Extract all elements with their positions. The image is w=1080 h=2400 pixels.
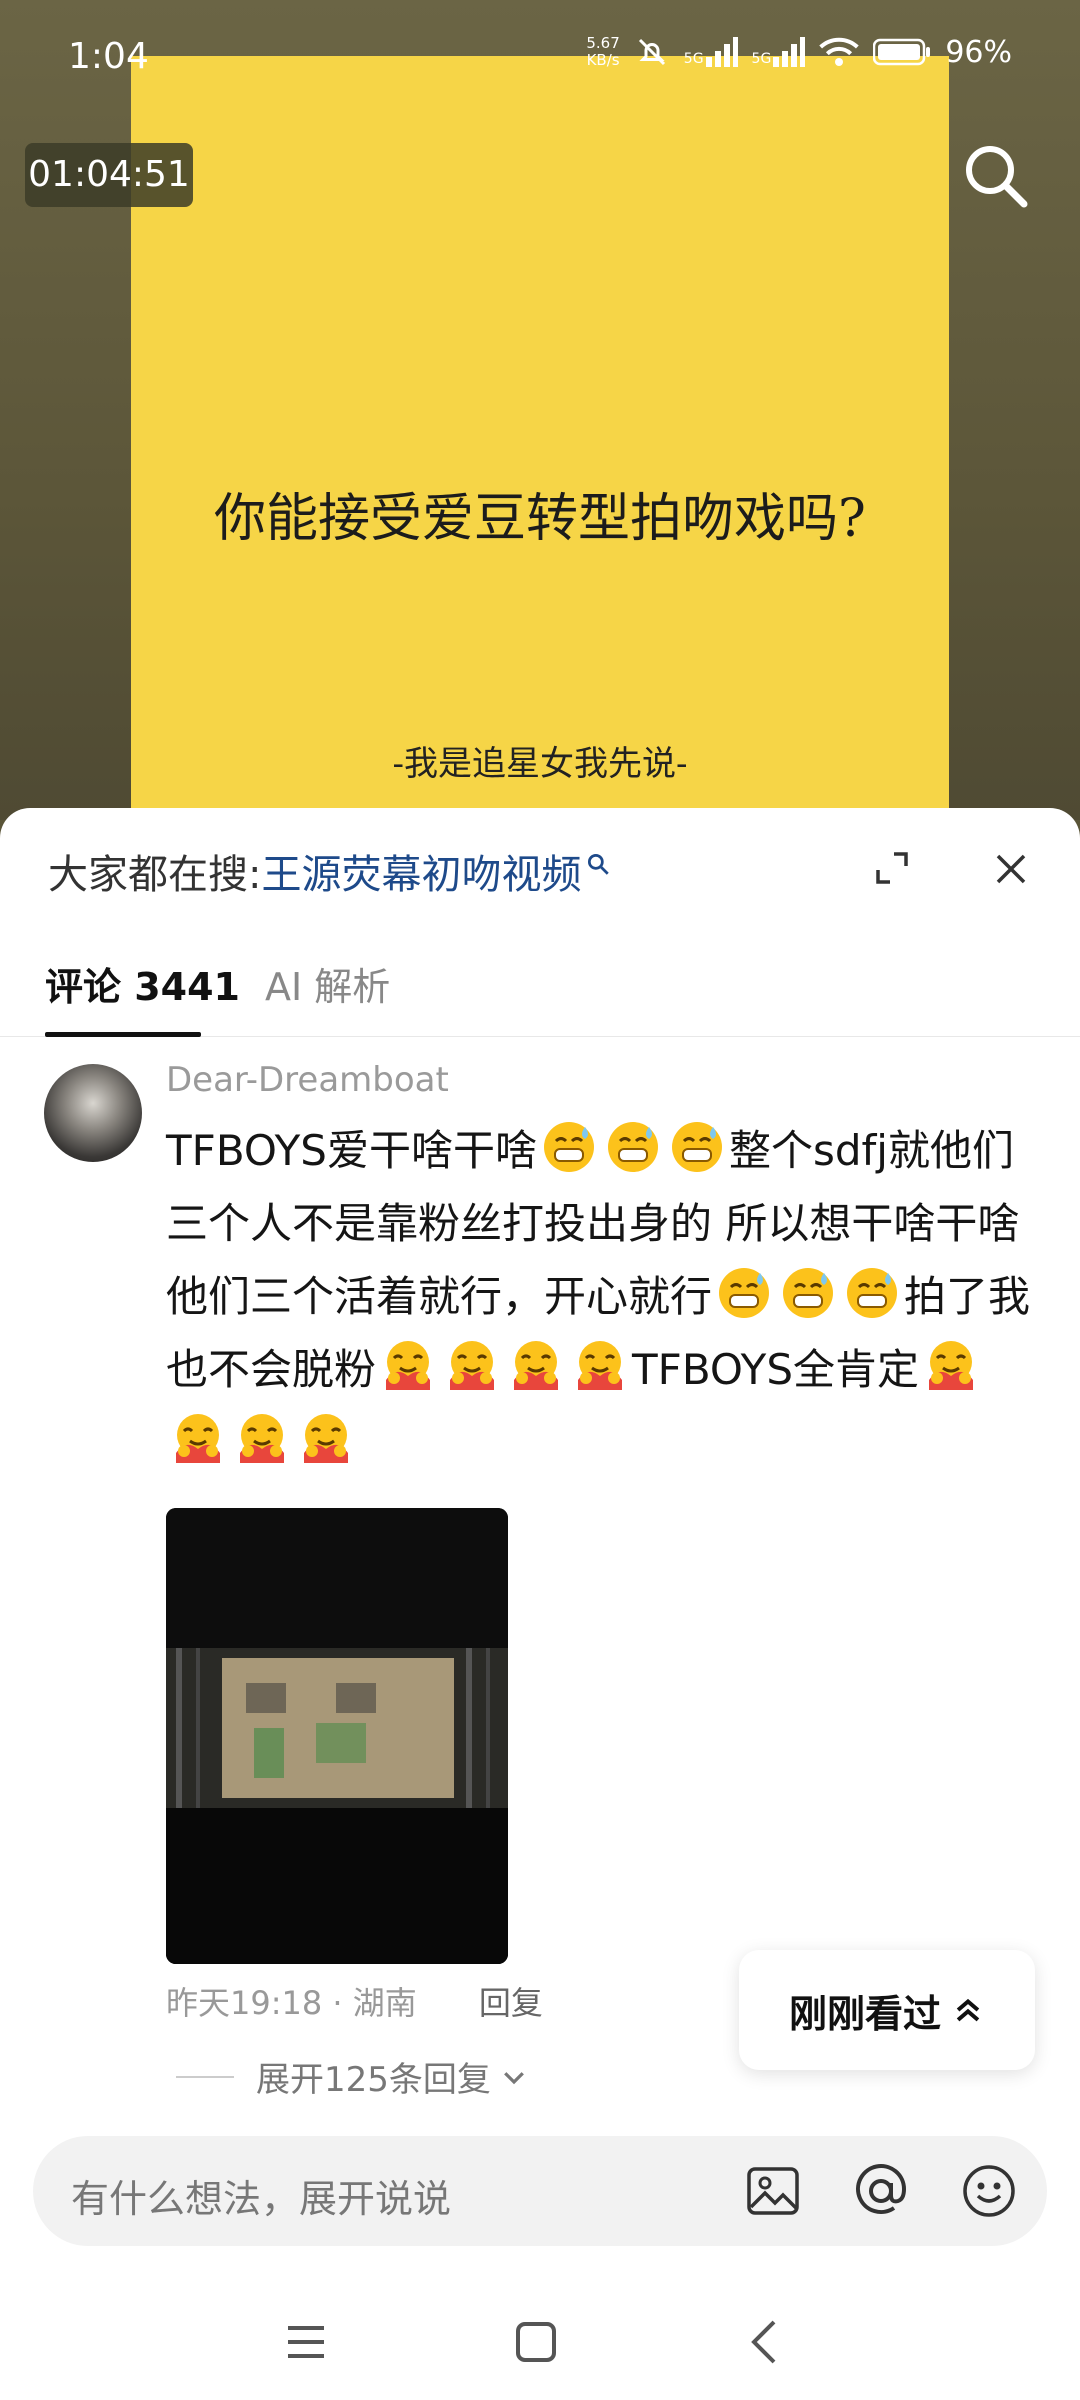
grinning-sweat-emoji-icon	[847, 1268, 898, 1318]
double-chevron-up-icon	[956, 1998, 980, 2022]
at-mention-icon[interactable]	[853, 2163, 909, 2219]
comments-sheet: 大家都在搜: 王源荧幕初吻视频 评论 3441 AI 解析 Dear-Dream…	[0, 808, 1080, 2400]
grinning-sweat-emoji-icon	[719, 1268, 770, 1318]
trending-prefix: 大家都在搜:	[48, 852, 262, 898]
signal-1-icon: 5G	[684, 37, 738, 67]
hugging-emoji-icon	[578, 1341, 623, 1390]
grinning-sweat-emoji-icon	[607, 1122, 658, 1172]
battery-level: 96%	[945, 34, 1012, 70]
signal-2-icon: 5G	[752, 37, 806, 67]
hugging-emoji-icon	[304, 1414, 348, 1463]
wifi-icon	[819, 37, 860, 66]
comment-image[interactable]	[166, 1508, 508, 1964]
comment-input[interactable]: 有什么想法，展开说说	[33, 2136, 1047, 2246]
comment-text: TFBOYS爱干啥干啥 整个sdfj就他们三个人不是靠粉丝打投出身的 所以想干啥干…	[166, 1114, 1046, 1479]
battery-icon	[873, 38, 931, 66]
comment-input-placeholder: 有什么想法，展开说说	[71, 2177, 452, 2221]
hugging-emoji-icon	[176, 1414, 220, 1463]
tab-indicator	[45, 1032, 201, 1037]
comment-username[interactable]: Dear-Dreamboat	[166, 1060, 449, 1100]
trending-keyword[interactable]: 王源荧幕初吻视频	[261, 842, 581, 900]
hugging-emoji-icon	[386, 1341, 431, 1390]
video-player[interactable]: 你能接受爱豆转型拍吻戏吗? -我是追星女我先说-	[0, 0, 1080, 820]
network-speed-value: 5.67	[586, 34, 620, 52]
comment-tabs: 评论 3441 AI 解析	[0, 928, 1080, 1037]
hugging-emoji-icon	[928, 1341, 973, 1390]
expand-replies-label: 展开125条回复	[256, 2060, 491, 2100]
status-bar: 1:04 5.67 KB/s 5G 5G 96%	[0, 0, 1080, 110]
hugging-emoji-icon	[514, 1341, 559, 1390]
network-speed-unit: KB/s	[586, 51, 620, 69]
poster-question: 你能接受爱豆转型拍吻戏吗?	[214, 489, 866, 549]
just-watched-label: 刚刚看过	[788, 1991, 941, 2036]
system-nav-bar	[0, 2284, 1080, 2400]
divider	[176, 2075, 234, 2078]
avatar[interactable]	[44, 1064, 142, 1162]
search-small-icon	[588, 853, 610, 875]
network-speed: 5.67 KB/s	[586, 35, 619, 69]
chevron-down-icon	[504, 2071, 524, 2084]
sim2-label: 5G	[751, 51, 772, 67]
comment-segment: TFBOYS爱干啥干啥	[166, 1126, 537, 1175]
comment-time-location: 昨天19:18 · 湖南	[166, 1984, 417, 2022]
stage-photo	[166, 1508, 508, 1964]
tab-comments[interactable]: 评论 3441	[45, 956, 240, 1011]
menu-icon[interactable]	[278, 2314, 334, 2370]
status-time: 1:04	[68, 36, 149, 77]
hugging-emoji-icon	[450, 1341, 495, 1390]
poster-subtitle: -我是追星女我先说-	[392, 744, 688, 784]
comment-segment: TFBOYS全肯定	[632, 1345, 919, 1394]
hugging-emoji-icon	[240, 1414, 284, 1463]
tab-ai-analysis[interactable]: AI 解析	[265, 956, 390, 1011]
video-timestamp: 01:04:51	[25, 143, 193, 207]
expand-icon[interactable]	[872, 848, 912, 888]
comment-meta: 昨天19:18 · 湖南 回复	[166, 1978, 543, 2024]
close-icon[interactable]	[992, 850, 1030, 888]
trending-search[interactable]: 大家都在搜: 王源荧幕初吻视频	[48, 842, 611, 900]
video-poster: 你能接受爱豆转型拍吻戏吗? -我是追星女我先说-	[131, 56, 949, 820]
grinning-sweat-emoji-icon	[783, 1268, 834, 1318]
sim1-label: 5G	[683, 51, 704, 67]
image-icon[interactable]	[745, 2163, 801, 2219]
grinning-sweat-emoji-icon	[671, 1122, 722, 1172]
expand-replies-button[interactable]: 展开125条回复	[176, 2052, 529, 2101]
home-icon[interactable]	[508, 2314, 564, 2370]
grinning-sweat-emoji-icon	[543, 1122, 594, 1172]
reply-button[interactable]: 回复	[479, 1984, 543, 2022]
emoji-icon[interactable]	[961, 2163, 1017, 2219]
search-icon[interactable]	[960, 140, 1032, 212]
back-icon[interactable]	[738, 2314, 794, 2370]
just-watched-button[interactable]: 刚刚看过	[739, 1950, 1035, 2070]
mute-bell-icon	[638, 38, 665, 66]
